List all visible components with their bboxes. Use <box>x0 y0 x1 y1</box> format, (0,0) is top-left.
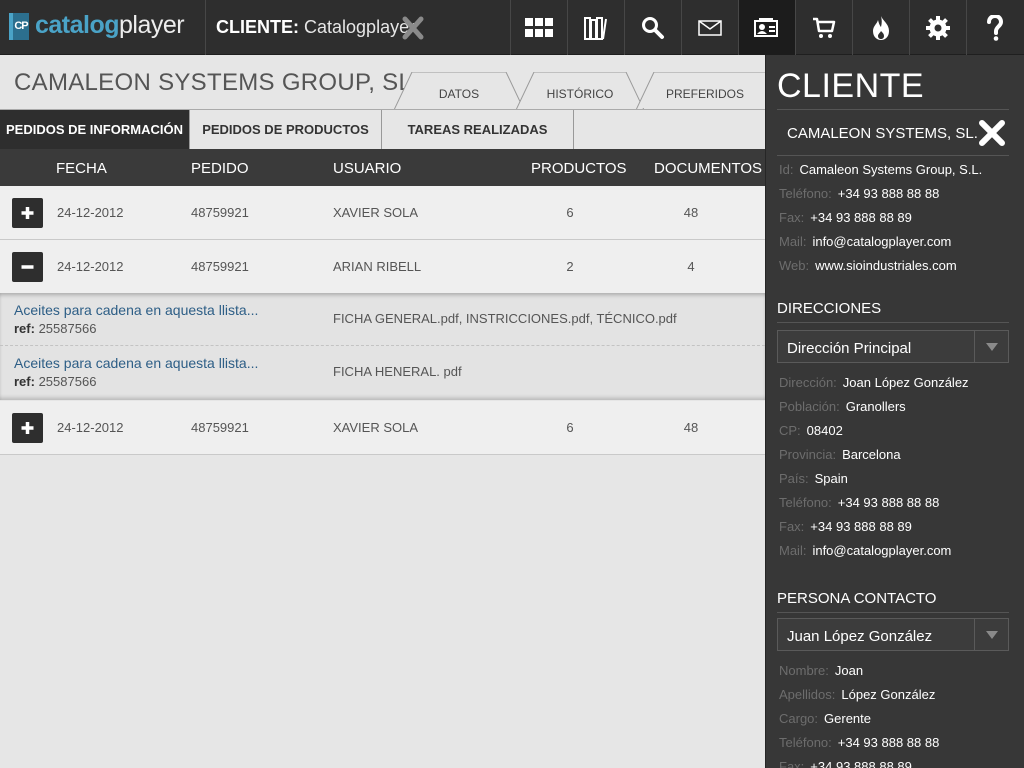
contacto-heading: PERSONA CONTACTO <box>777 590 1009 613</box>
contact-apellidos: Apellidos: López González <box>779 687 936 702</box>
expand-button[interactable] <box>12 413 43 443</box>
dir-fax: Fax: +34 93 888 88 89 <box>779 519 912 534</box>
direccion-select[interactable]: Dirección Principal <box>777 330 1009 363</box>
header-documentos[interactable]: DOCUMENTOS <box>654 160 762 177</box>
dir-pais: País: Spain <box>779 471 848 486</box>
dir-poblacion: Población: Granollers <box>779 399 906 414</box>
close-client-icon[interactable] <box>400 13 426 43</box>
product-ref: ref: 25587566 <box>14 321 97 336</box>
table-row[interactable]: 24-12-2012 48759921 XAVIER SOLA 6 48 <box>0 401 765 455</box>
mail-icon[interactable] <box>681 0 738 55</box>
close-sidebar-icon[interactable] <box>977 118 1007 148</box>
row-productos: 6 <box>566 420 574 435</box>
subtab-pedidos-productos[interactable]: PEDIDOS DE PRODUCTOS <box>190 110 382 149</box>
row-usuario: ARIAN RIBELL <box>333 259 422 274</box>
contacto-select[interactable]: Juan López González <box>777 618 1009 651</box>
tab-datos[interactable]: DATOS <box>394 72 524 110</box>
direcciones-heading: DIRECCIONES <box>777 300 1009 323</box>
header-fecha[interactable]: FECHA <box>56 160 107 177</box>
sidebar-title: CLIENTE <box>777 67 925 105</box>
contact-fax: Fax: +34 93 888 88 89 <box>779 759 912 768</box>
info-web[interactable]: Web: www.sioindustriales.com <box>779 258 957 273</box>
row-pedido: 48759921 <box>191 259 249 274</box>
row-documentos: 4 <box>687 259 695 274</box>
row-fecha: 24-12-2012 <box>57 420 124 435</box>
product-link[interactable]: Aceites para cadena en aquesta llista... <box>14 355 258 371</box>
app-logo[interactable]: CP catalogplayer <box>0 0 206 55</box>
search-icon[interactable] <box>624 0 681 55</box>
catalog-icon[interactable] <box>567 0 624 55</box>
contact-card-icon[interactable] <box>738 0 795 55</box>
client-value: Catalogplayer <box>304 17 416 37</box>
product-documents[interactable]: FICHA HENERAL. pdf <box>333 364 462 379</box>
sidebar-client-name: CAMALEON SYSTEMS, SL. <box>787 125 978 142</box>
dir-mail[interactable]: Mail: info@catalogplayer.com <box>779 543 951 558</box>
client-sidebar: CLIENTE CAMALEON SYSTEMS, SL. Id: Camaleo… <box>765 55 1024 768</box>
flame-icon[interactable] <box>852 0 909 55</box>
subtab-pedidos-informacion[interactable]: PEDIDOS DE INFORMACIÓN <box>0 110 190 149</box>
row-documentos: 48 <box>683 205 699 220</box>
dir-direccion: Dirección: Joan López González <box>779 375 969 390</box>
product-link[interactable]: Aceites para cadena en aquesta llista... <box>14 302 258 318</box>
row-fecha: 24-12-2012 <box>57 205 124 220</box>
top-toolbar <box>510 0 1023 55</box>
detail-item: Aceites para cadena en aquesta llista...… <box>0 293 765 346</box>
row-usuario: XAVIER SOLA <box>333 205 419 220</box>
table-row[interactable]: 24-12-2012 48759921 ARIAN RIBELL 2 4 <box>0 240 765 294</box>
gear-icon[interactable] <box>909 0 966 55</box>
direccion-select-value: Dirección Principal <box>787 340 912 357</box>
contact-telefono: Teléfono: +34 93 888 88 88 <box>779 735 940 750</box>
order-details: Aceites para cadena en aquesta llista...… <box>0 293 765 400</box>
info-telefono: Teléfono: +34 93 888 88 88 <box>779 186 940 201</box>
table-row[interactable]: 24-12-2012 48759921 XAVIER SOLA 6 48 <box>0 186 765 240</box>
header-usuario[interactable]: USUARIO <box>333 160 401 177</box>
sidebar-client-header: CAMALEON SYSTEMS, SL. <box>777 109 1009 156</box>
header-productos[interactable]: PRODUCTOS <box>531 160 627 177</box>
top-bar: CP catalogplayer CLIENTE: Catalogplayer <box>0 0 1024 55</box>
header-pedido[interactable]: PEDIDO <box>191 160 249 177</box>
detail-item: Aceites para cadena en aquesta llista...… <box>0 346 765 399</box>
chevron-down-icon <box>986 631 998 639</box>
grid-icon[interactable] <box>510 0 567 55</box>
dir-telefono: Teléfono: +34 93 888 88 88 <box>779 495 940 510</box>
collapse-button[interactable] <box>12 252 43 282</box>
row-productos: 6 <box>566 205 574 220</box>
contacto-select-value: Juan López González <box>787 628 933 645</box>
help-icon[interactable] <box>966 0 1023 55</box>
logo-text: catalogplayer <box>35 11 185 39</box>
subtab-tareas-realizadas[interactable]: TAREAS REALIZADAS <box>382 110 574 149</box>
company-title: CAMALEON SYSTEMS GROUP, SL <box>14 69 413 96</box>
info-fax: Fax: +34 93 888 88 89 <box>779 210 912 225</box>
client-label: CLIENTE: <box>216 17 299 37</box>
order-subtabs: PEDIDOS DE INFORMACIÓN PEDIDOS DE PRODUC… <box>0 109 765 149</box>
table-header: FECHA PEDIDO USUARIO PRODUCTOS DOCUMENTO… <box>0 149 765 186</box>
expand-button[interactable] <box>12 198 43 228</box>
tab-preferidos[interactable]: PREFERIDOS <box>636 72 774 110</box>
row-pedido: 48759921 <box>191 205 249 220</box>
row-usuario: XAVIER SOLA <box>333 420 419 435</box>
product-ref: ref: 25587566 <box>14 374 97 389</box>
cart-icon[interactable] <box>795 0 852 55</box>
tab-historico[interactable]: HISTÓRICO <box>516 72 644 110</box>
dir-cp: CP: 08402 <box>779 423 843 438</box>
contact-cargo: Cargo: Gerente <box>779 711 872 726</box>
current-client: CLIENTE: Catalogplayer <box>216 17 415 38</box>
row-fecha: 24-12-2012 <box>57 259 124 274</box>
contact-nombre: Nombre: Joan <box>779 663 864 678</box>
logo-mark: CP <box>9 13 29 40</box>
row-pedido: 48759921 <box>191 420 249 435</box>
product-documents[interactable]: FICHA GENERAL.pdf, INSTRICCIONES.pdf, TÉ… <box>333 311 677 326</box>
info-id: Id: Camaleon Systems Group, S.L. <box>779 162 983 177</box>
info-mail[interactable]: Mail: info@catalogplayer.com <box>779 234 951 249</box>
row-documentos: 48 <box>683 420 699 435</box>
chevron-down-icon <box>986 343 998 351</box>
row-productos: 2 <box>566 259 574 274</box>
dir-provincia: Provincia: Barcelona <box>779 447 901 462</box>
